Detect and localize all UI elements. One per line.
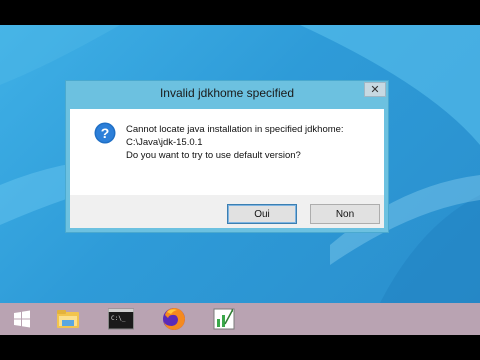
taskbar: C:\_ bbox=[0, 303, 480, 335]
firefox-icon bbox=[163, 308, 185, 330]
windows-start-icon bbox=[14, 310, 30, 328]
letterbox-top bbox=[0, 0, 480, 25]
spreadsheet-app-icon bbox=[213, 308, 235, 330]
file-explorer-icon bbox=[57, 310, 79, 328]
no-button[interactable]: Non bbox=[310, 204, 380, 224]
cmd-prompt-text: C:\_ bbox=[111, 315, 126, 322]
dialog-title: Invalid jdkhome specified bbox=[159, 86, 295, 100]
message-line: Do you want to try to use default versio… bbox=[126, 150, 301, 161]
taskbar-file-explorer[interactable] bbox=[46, 303, 90, 335]
taskbar-spreadsheet-app[interactable] bbox=[202, 303, 246, 335]
error-dialog: Invalid jdkhome specified ✕ ? Cannot loc… bbox=[65, 80, 389, 233]
taskbar-command-prompt[interactable]: C:\_ bbox=[99, 303, 143, 335]
command-prompt-icon: C:\_ bbox=[108, 308, 134, 330]
question-icon: ? bbox=[94, 122, 116, 144]
message-line: Cannot locate java installation in speci… bbox=[126, 124, 344, 135]
dialog-body: ? Cannot locate java installation in spe… bbox=[70, 109, 384, 195]
dialog-button-bar: Oui Non bbox=[70, 195, 384, 228]
dialog-close-button[interactable]: ✕ bbox=[364, 82, 386, 97]
svg-text:?: ? bbox=[101, 125, 110, 141]
message-line: C:\Java\jdk-15.0.1 bbox=[126, 137, 203, 148]
letterbox-bottom bbox=[0, 335, 480, 360]
taskbar-firefox[interactable] bbox=[152, 303, 196, 335]
close-icon: ✕ bbox=[370, 84, 380, 96]
yes-button[interactable]: Oui bbox=[227, 204, 297, 224]
start-button[interactable] bbox=[0, 303, 44, 335]
dialog-message: Cannot locate java installation in speci… bbox=[126, 123, 344, 162]
